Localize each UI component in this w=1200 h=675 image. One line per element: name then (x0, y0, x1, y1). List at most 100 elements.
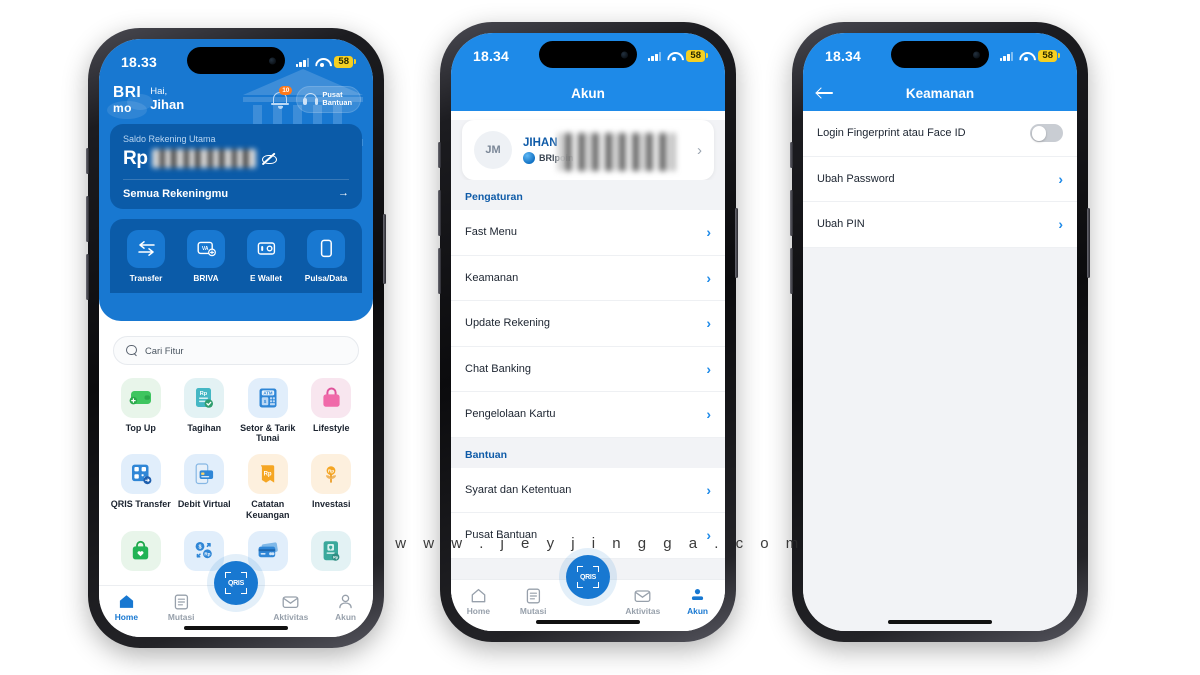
akun-row-pengelolaan-kartu[interactable]: Pengelolaan Kartu › (451, 392, 725, 438)
dynamic-island (891, 41, 989, 68)
akun-row-keamanan[interactable]: Keamanan › (451, 255, 725, 301)
power-button[interactable] (1087, 208, 1090, 278)
bripoin-icon (523, 151, 535, 164)
feature-green-bag[interactable] (109, 531, 173, 576)
back-arrow-icon[interactable] (817, 87, 833, 99)
cellular-signal-icon (295, 57, 310, 67)
quick-action-label: Pulsa/Data (304, 272, 348, 283)
quick-action-label: Transfer (129, 272, 163, 283)
quick-action-ewallet[interactable]: E Wallet (237, 229, 295, 283)
volume-down-button[interactable] (438, 248, 441, 294)
dynamic-island (187, 47, 285, 74)
akun-row-chat-banking[interactable]: Chat Banking › (451, 346, 725, 392)
akun-row-syarat-ketentuan[interactable]: Syarat dan Ketentuan › (451, 467, 725, 513)
balance-amount-row: Rp (123, 147, 349, 171)
mute-switch[interactable] (86, 148, 89, 174)
tab-mutasi[interactable]: Mutasi (506, 587, 561, 616)
screenshot-stage: 18.33 58 BRI mo Hai, Jihan 10 Pusat Bant… (0, 0, 1200, 675)
feature-catatan-keuangan[interactable]: Rp Catatan Keuangan (236, 454, 300, 521)
quick-action-pulsa[interactable]: Pulsa/Data (297, 229, 355, 283)
all-accounts-label: Semua Rekeningmu (123, 187, 229, 200)
profile-card[interactable]: JM JIHAN BRIpoin › (462, 120, 714, 180)
tab-label: Aktivitas (625, 606, 661, 616)
row-label: Keamanan (465, 271, 519, 284)
security-row-fingerprint[interactable]: Login Fingerprint atau Face ID (803, 111, 1077, 157)
mute-switch[interactable] (790, 142, 793, 168)
security-row-ubah-pin[interactable]: Ubah PIN › (803, 202, 1077, 248)
search-section: Cari Fitur (99, 321, 373, 365)
row-label: Login Fingerprint atau Face ID (817, 127, 966, 140)
chevron-right-icon: › (706, 360, 711, 377)
power-button[interactable] (383, 214, 386, 284)
feature-top-up[interactable]: Top Up (109, 377, 173, 445)
volume-up-button[interactable] (86, 196, 89, 242)
search-input[interactable]: Cari Fitur (113, 335, 359, 365)
svg-text:VA: VA (201, 246, 208, 252)
topup-wallet-icon (120, 377, 161, 418)
feature-label: Debit Virtual (177, 499, 231, 510)
feature-tagihan[interactable]: Rp Tagihan (173, 377, 237, 445)
help-line2: Bantuan (322, 98, 352, 108)
volume-up-button[interactable] (790, 190, 793, 236)
volume-down-button[interactable] (86, 254, 89, 300)
feature-lifestyle[interactable]: Lifestyle (300, 377, 364, 445)
tab-mutasi[interactable]: Mutasi (154, 593, 209, 622)
arrow-right-icon: → (338, 187, 349, 199)
tab-aktivitas[interactable]: Aktivitas (615, 587, 670, 616)
qris-label: QRIS (580, 573, 596, 581)
feature-debit-virtual[interactable]: Debit Virtual (173, 454, 237, 521)
green-bag-heart-icon (120, 531, 161, 572)
empty-area (803, 247, 1077, 631)
tab-akun[interactable]: Akun (670, 587, 725, 616)
volume-up-button[interactable] (438, 190, 441, 236)
feature-investasi[interactable]: Rp Investasi (300, 454, 364, 521)
qris-scan-button[interactable]: QRIS (566, 555, 610, 599)
briva-icon: VA (187, 229, 225, 268)
feature-passport-rp[interactable]: Rp (300, 531, 364, 576)
feature-label: Catatan Keuangan (245, 499, 290, 521)
brimo-logo-line2: mo (113, 100, 132, 115)
all-accounts-link[interactable]: Semua Rekeningmu → (123, 188, 349, 200)
debit-cards-icon (247, 531, 288, 572)
status-indicators: 58 (647, 46, 708, 62)
mute-switch[interactable] (438, 142, 441, 168)
tab-home[interactable]: Home (99, 593, 154, 622)
finance-note-icon: Rp (247, 454, 288, 495)
chevron-right-icon: › (706, 315, 711, 332)
fingerprint-toggle[interactable] (1030, 124, 1063, 143)
status-time: 18.34 (473, 48, 510, 64)
balance-card[interactable]: Saldo Rekening Utama Rp Semua Rekeningmu… (110, 123, 362, 209)
home-header: BRI mo Hai, Jihan 10 Pusat Bantuan (99, 81, 373, 114)
akun-row-pusat-bantuan[interactable]: Pusat Bantuan › (451, 513, 725, 559)
quick-action-briva[interactable]: VA BRIVA (177, 229, 235, 283)
qris-scan-button[interactable]: QRIS (214, 561, 258, 605)
phone-3-screen: 18.34 58 Keamanan Login Fingerprint atau… (803, 33, 1077, 631)
row-label: Pengelolaan Kartu (465, 408, 556, 421)
eye-off-icon[interactable] (261, 151, 277, 166)
tab-akun[interactable]: Akun (318, 593, 373, 622)
power-button[interactable] (735, 208, 738, 278)
battery-indicator: 58 (686, 50, 708, 62)
phone-1-screen: 18.33 58 BRI mo Hai, Jihan 10 Pusat Bant… (99, 39, 373, 637)
avatar: JM (474, 131, 512, 169)
tab-label: Akun (335, 612, 357, 622)
help-center-button[interactable]: Pusat Bantuan (296, 85, 361, 113)
feature-qris-transfer[interactable]: QRIS Transfer (109, 454, 173, 521)
notification-bell-icon[interactable]: 10 (271, 86, 293, 109)
feature-setor-tarik-tunai[interactable]: ATM $ Setor & Tarik Tunai (236, 377, 300, 445)
list-document-icon (154, 593, 209, 610)
security-row-ubah-password[interactable]: Ubah Password › (803, 156, 1077, 202)
currency-exchange-icon: $ Rp (184, 531, 225, 572)
tab-home[interactable]: Home (451, 587, 506, 616)
akun-row-update-rekening[interactable]: Update Rekening › (451, 301, 725, 347)
brimo-logo-line1: BRI (113, 84, 142, 101)
row-label: Update Rekening (465, 317, 551, 330)
volume-down-button[interactable] (790, 248, 793, 294)
tab-aktivitas[interactable]: Aktivitas (263, 593, 318, 622)
akun-row-fast-menu[interactable]: Fast Menu › (451, 210, 725, 256)
profile-meta: JIHAN BRIpoin (523, 132, 686, 171)
feature-label: Investasi (311, 499, 351, 510)
nav-bar: Keamanan (803, 75, 1077, 111)
svg-text:ATM: ATM (263, 390, 273, 395)
quick-action-transfer[interactable]: Transfer (117, 229, 175, 283)
